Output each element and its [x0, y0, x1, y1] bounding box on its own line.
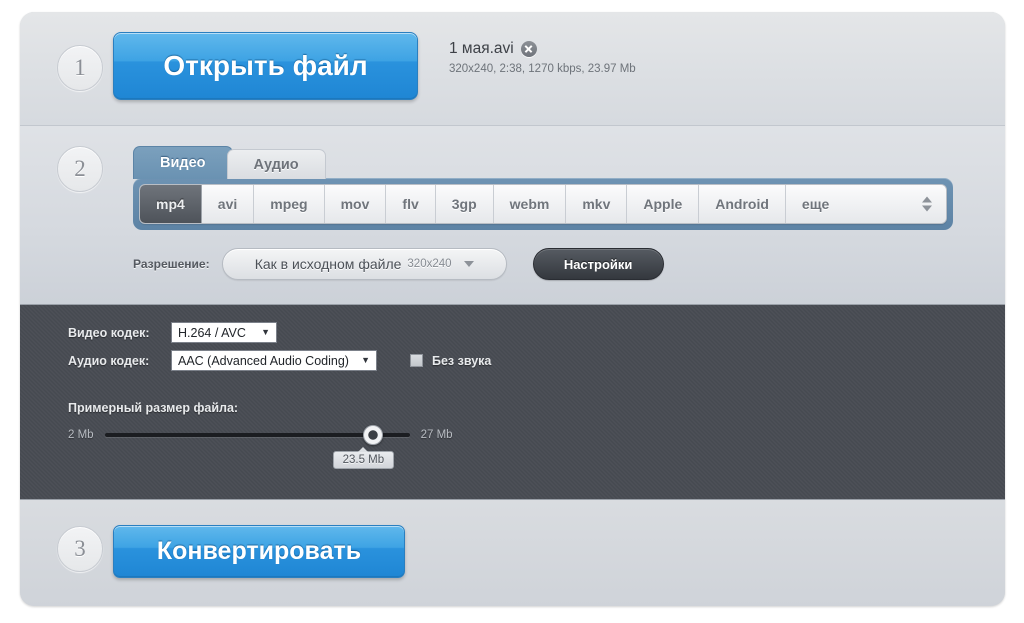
converter-panel: 1 Открыть файл 1 мая.avi 320x240, 2:38, … — [20, 12, 1005, 606]
format-apple[interactable]: Apple — [627, 185, 700, 223]
mute-checkbox[interactable] — [410, 354, 423, 367]
format-mp4[interactable]: mp4 — [140, 185, 202, 223]
resolution-sub-value: 320x240 — [407, 258, 452, 270]
resolution-row: Разрешение: Как в исходном файле 320x240… — [133, 248, 664, 280]
format-mpeg[interactable]: mpeg — [254, 185, 325, 223]
open-file-button[interactable]: Открыть файл — [113, 32, 418, 100]
format-avi[interactable]: avi — [201, 185, 255, 223]
resolution-dropdown[interactable]: Как в исходном файле 320x240 — [221, 248, 507, 280]
file-info: 1 мая.avi 320x240, 2:38, 1270 kbps, 23.9… — [449, 40, 636, 75]
audio-codec-value: AAC (Advanced Audio Coding) — [178, 353, 349, 368]
codec-panel: Видео кодек: H.264 / AVC ▼ Аудио кодек: … — [20, 304, 1005, 500]
format-3gp[interactable]: 3gp — [435, 185, 494, 223]
format-bar: mp4 avi mpeg mov flv 3gp webm mkv Apple … — [133, 178, 953, 230]
chevron-down-icon — [463, 261, 474, 267]
format-webm[interactable]: webm — [493, 185, 567, 223]
file-name-row: 1 мая.avi — [449, 40, 636, 58]
arrow-down-icon — [922, 205, 932, 212]
step-1-open-file-section: 1 Открыть файл 1 мая.avi 320x240, 2:38, … — [20, 12, 1005, 127]
video-codec-select[interactable]: H.264 / AVC ▼ — [171, 322, 277, 343]
tab-video[interactable]: Видео — [133, 146, 233, 179]
settings-button[interactable]: Настройки — [532, 248, 664, 280]
format-flv[interactable]: flv — [386, 185, 436, 223]
resolution-value: Как в исходном файле — [254, 256, 402, 272]
step-1-number: 1 — [57, 45, 103, 91]
step-3-convert-section: 3 Конвертировать — [20, 500, 1005, 606]
video-codec-value: H.264 / AVC — [178, 325, 246, 340]
audio-codec-row: Аудио кодек: AAC (Advanced Audio Coding)… — [68, 350, 491, 371]
format-mkv[interactable]: mkv — [566, 185, 628, 223]
format-android[interactable]: Android — [699, 185, 786, 223]
file-meta: 320x240, 2:38, 1270 kbps, 23.97 Mb — [449, 63, 636, 75]
slider-min-label: 2 Mb — [68, 429, 94, 441]
slider-track-wrap[interactable]: 23.5 Mb — [104, 425, 410, 469]
audio-codec-select[interactable]: AAC (Advanced Audio Coding) ▼ — [171, 350, 377, 371]
format-tabs: Видео Аудио — [133, 146, 326, 179]
resolution-label: Разрешение: — [133, 257, 210, 271]
up-down-arrows-icon[interactable] — [922, 196, 932, 212]
step-3-number: 3 — [57, 526, 103, 572]
arrow-up-icon — [922, 196, 932, 203]
format-buttons: mp4 avi mpeg mov flv 3gp webm mkv Apple … — [139, 184, 947, 224]
format-more[interactable]: еще — [785, 185, 946, 223]
video-codec-row: Видео кодек: H.264 / AVC ▼ — [68, 322, 277, 343]
format-mov[interactable]: mov — [324, 185, 387, 223]
filesize-slider-row: 2 Mb 23.5 Mb 27 Mb — [68, 425, 453, 469]
audio-codec-label: Аудио кодек: — [68, 353, 150, 368]
chevron-down-icon: ▼ — [261, 327, 270, 337]
video-codec-label: Видео кодек: — [68, 325, 150, 340]
slider-value-tooltip: 23.5 Mb — [332, 447, 395, 469]
filesize-title: Примерный размер файла: — [68, 401, 239, 415]
step-2-number: 2 — [57, 146, 103, 192]
slider-handle[interactable] — [362, 425, 383, 445]
mute-label: Без звука — [432, 353, 492, 368]
format-more-label: еще — [801, 196, 830, 212]
chevron-down-icon: ▼ — [361, 355, 370, 365]
convert-button[interactable]: Конвертировать — [113, 525, 405, 578]
close-circle-icon[interactable] — [520, 41, 537, 57]
slider-max-label: 27 Mb — [420, 429, 453, 441]
step-2-format-section: 2 Видео Аудио mp4 avi mpeg mov flv 3gp w… — [20, 126, 1005, 304]
mute-checkbox-wrap[interactable]: Без звука — [410, 354, 491, 368]
file-name: 1 мая.avi — [449, 40, 514, 57]
tab-audio[interactable]: Аудио — [226, 149, 326, 179]
